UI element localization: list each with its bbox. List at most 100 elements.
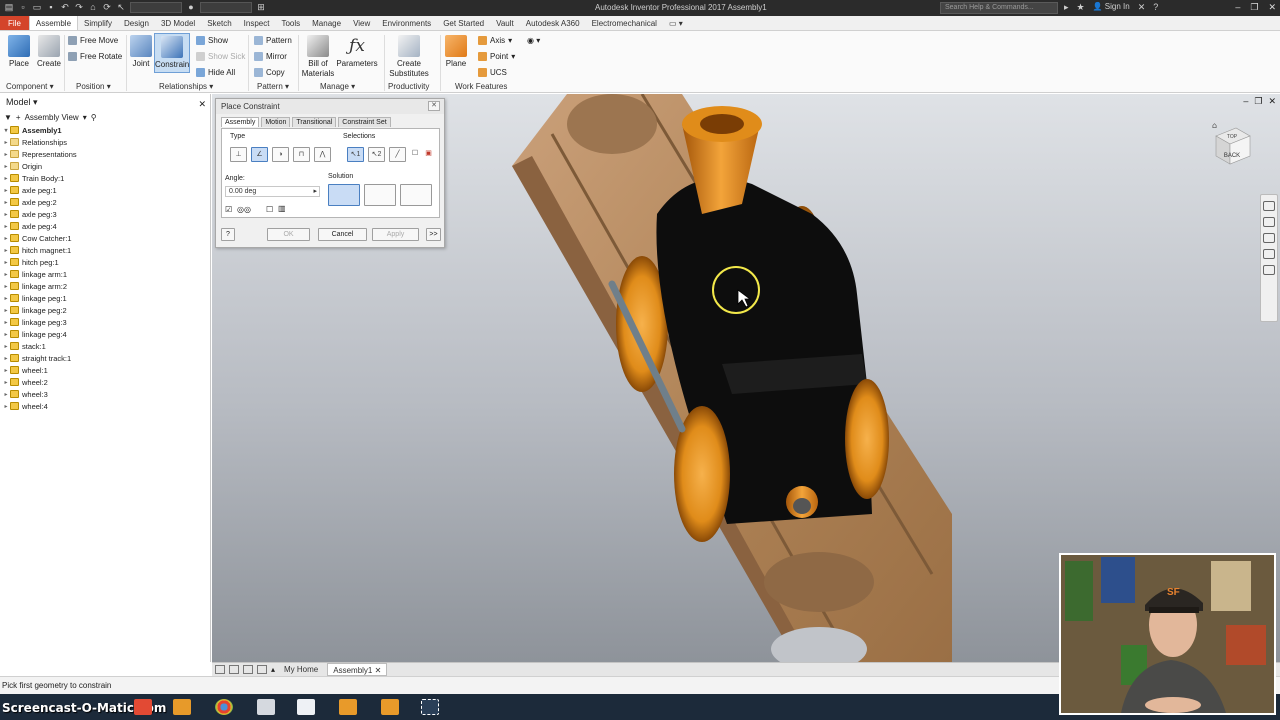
angle-arrow-icon[interactable]: ▸: [313, 187, 317, 197]
tab-3d-model[interactable]: 3D Model: [155, 16, 201, 30]
ucs-button[interactable]: UCS: [478, 68, 507, 77]
position-panel-label[interactable]: Position ▾: [76, 82, 111, 91]
expand-icon[interactable]: ▸: [2, 391, 10, 398]
expand-icon[interactable]: ▸: [2, 379, 10, 386]
tab-design[interactable]: Design: [118, 16, 155, 30]
arrange-horizontal-icon[interactable]: [243, 665, 253, 674]
list-item[interactable]: ▸ linkage peg:3: [2, 316, 210, 328]
expand-icon[interactable]: ▸: [2, 163, 10, 170]
pick-part-icon[interactable]: ▣: [420, 147, 437, 162]
apply-button[interactable]: Apply: [372, 228, 419, 241]
undo-icon[interactable]: ↶: [60, 2, 70, 13]
list-item[interactable]: ▸ Origin: [2, 160, 210, 172]
mirror-button[interactable]: Mirror: [254, 52, 287, 61]
media-player-icon[interactable]: [173, 699, 191, 715]
list-item[interactable]: ▸ axle peg:3: [2, 208, 210, 220]
tab-transitional[interactable]: Transitional: [292, 117, 337, 127]
create-button[interactable]: Create: [36, 35, 62, 68]
relationships-panel-label[interactable]: Relationships ▾: [159, 82, 213, 91]
show-button[interactable]: Show: [196, 36, 228, 45]
undirected-angle-button[interactable]: [364, 184, 396, 206]
tab-motion[interactable]: Motion: [261, 117, 291, 127]
sign-in-link[interactable]: 👤 Sign In: [1093, 2, 1130, 13]
list-item[interactable]: ▸ hitch magnet:1: [2, 244, 210, 256]
create-substitutes-button[interactable]: Create Substitutes: [388, 35, 430, 79]
tangent-constraint-button[interactable]: ◑: [272, 147, 289, 162]
parameters-button[interactable]: ƒx Parameters: [336, 35, 378, 68]
place-button[interactable]: Place: [6, 35, 32, 68]
filter-icon[interactable]: ▼: [4, 113, 12, 122]
minimize-icon[interactable]: –: [1235, 2, 1240, 13]
close-tab-icon[interactable]: ✕: [375, 666, 382, 675]
predict-offset-checkbox[interactable]: ☐: [266, 205, 273, 214]
chevron-down-icon[interactable]: ▾: [83, 113, 87, 122]
look-at-icon[interactable]: [1263, 265, 1275, 275]
material-dropdown[interactable]: [130, 2, 182, 13]
second-selection-button[interactable]: ↖2: [368, 147, 385, 162]
wheel[interactable]: [845, 379, 889, 499]
list-item[interactable]: ▸ axle peg:2: [2, 196, 210, 208]
axis-button[interactable]: Axis ▾: [478, 36, 512, 45]
document-menu-icon[interactable]: ▴: [271, 665, 275, 674]
help-button[interactable]: ?: [221, 228, 235, 241]
expand-icon[interactable]: ▸: [2, 319, 10, 326]
tab-manage[interactable]: Manage: [306, 16, 347, 30]
expand-icon[interactable]: ▸: [2, 259, 10, 266]
free-rotate-button[interactable]: Free Rotate: [68, 52, 122, 61]
dialog-close-icon[interactable]: ✕: [428, 101, 440, 111]
color-icon[interactable]: ●: [186, 2, 196, 13]
list-item[interactable]: ▸ Cow Catcher:1: [2, 232, 210, 244]
expand-icon[interactable]: ▸: [2, 403, 10, 410]
expand-icon[interactable]: ▸: [2, 283, 10, 290]
app-menu-icon[interactable]: ▤: [4, 2, 14, 13]
list-item[interactable]: ▸ linkage peg:2: [2, 304, 210, 316]
expand-icon[interactable]: ▸: [2, 151, 10, 158]
tab-electromechanical[interactable]: Electromechanical: [586, 16, 663, 30]
tab-file[interactable]: File: [0, 16, 29, 30]
tab-my-home[interactable]: My Home: [279, 663, 323, 676]
tab-vault[interactable]: Vault: [490, 16, 520, 30]
home-view-icon[interactable]: ⌂: [1212, 122, 1217, 130]
pattern-button[interactable]: Pattern: [254, 36, 292, 45]
list-item[interactable]: ▸ wheel:1: [2, 364, 210, 376]
help-icon[interactable]: ?: [1153, 2, 1158, 13]
ribbon-toggle-icon[interactable]: ▭ ▾: [663, 16, 689, 30]
home-icon[interactable]: ⌂: [88, 2, 98, 13]
copy-button[interactable]: Copy: [254, 68, 285, 77]
bill-of-materials-button[interactable]: Bill of Materials: [300, 35, 336, 79]
pan-icon[interactable]: [1263, 217, 1275, 227]
cancel-button[interactable]: Cancel: [318, 228, 367, 241]
tab-get-started[interactable]: Get Started: [437, 16, 490, 30]
expand-icon[interactable]: ▸: [2, 355, 10, 362]
angle-constraint-button[interactable]: ∠: [251, 147, 268, 162]
expand-icon[interactable]: ▸: [2, 199, 10, 206]
list-item[interactable]: ▸ Train Body:1: [2, 172, 210, 184]
list-item[interactable]: ▸ axle peg:1: [2, 184, 210, 196]
mate-constraint-button[interactable]: ⊥: [230, 147, 247, 162]
third-selection-button[interactable]: ╱: [389, 147, 406, 162]
component-panel-label[interactable]: Component ▾: [6, 82, 54, 91]
point-button[interactable]: Point ▾: [478, 52, 515, 61]
exchange-icon[interactable]: ✕: [1138, 2, 1146, 13]
close-icon[interactable]: ✕: [1268, 2, 1276, 13]
expand-icon[interactable]: ▸: [2, 247, 10, 254]
tab-assembly[interactable]: Assembly: [221, 117, 260, 127]
collapse-icon[interactable]: ▾: [2, 127, 10, 134]
maximize-icon[interactable]: ❐: [1250, 2, 1258, 13]
show-preview-checkbox[interactable]: ☑: [225, 205, 232, 214]
viewcube[interactable]: TOP BACK ⌂: [1212, 122, 1252, 168]
find-icon[interactable]: ⚲: [91, 113, 97, 122]
list-item[interactable]: ▸ wheel:4: [2, 400, 210, 412]
save-icon[interactable]: ▪: [46, 2, 56, 13]
list-item[interactable]: ▸ straight track:1: [2, 352, 210, 364]
list-item[interactable]: ▸ linkage peg:4: [2, 328, 210, 340]
expand-icon[interactable]: ▸: [2, 187, 10, 194]
show-sick-button[interactable]: Show Sick: [196, 52, 245, 61]
explicit-reference-vector-button[interactable]: [400, 184, 432, 206]
open-icon[interactable]: ▭: [32, 2, 42, 13]
add-icon[interactable]: +: [16, 113, 21, 122]
chrome-icon[interactable]: [215, 699, 233, 715]
favorites-icon[interactable]: ★: [1077, 2, 1085, 13]
notepad-icon[interactable]: [297, 699, 315, 715]
ribbon-options-icon[interactable]: ◉ ▾: [527, 36, 540, 45]
